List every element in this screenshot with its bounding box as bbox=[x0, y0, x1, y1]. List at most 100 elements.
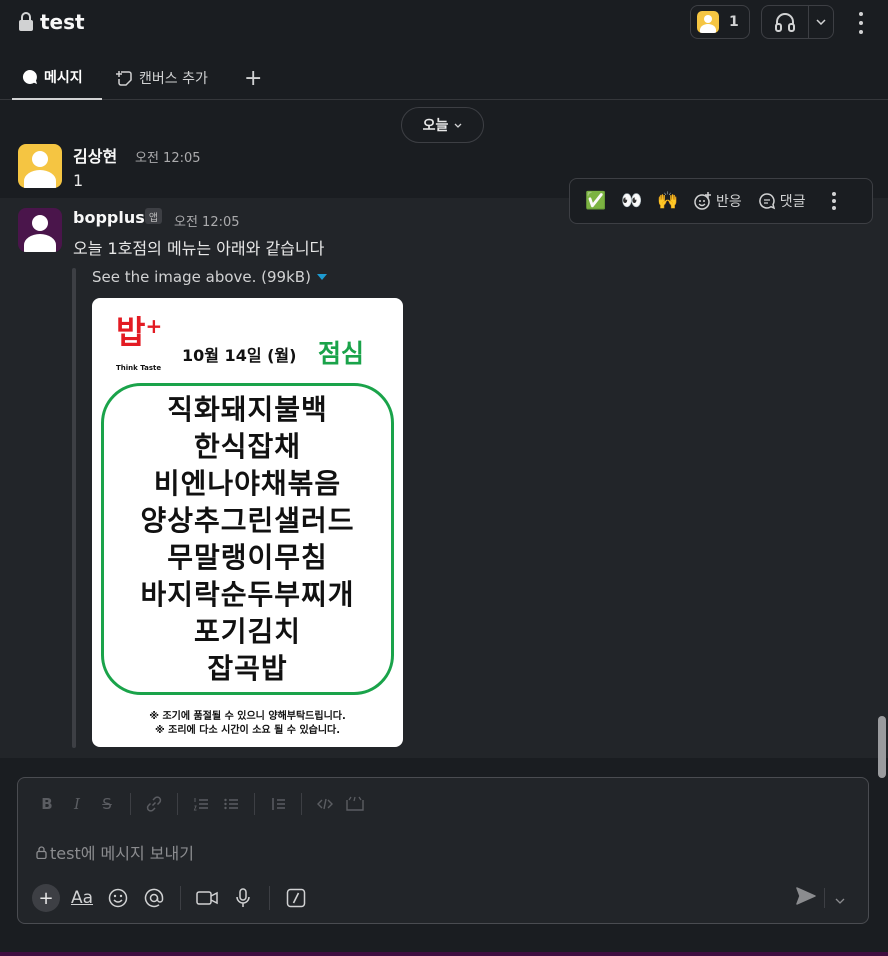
bulleted-list-icon[interactable] bbox=[216, 792, 246, 816]
slash-command-icon[interactable] bbox=[278, 883, 314, 913]
channel-tabs: 메시지 캔버스 추가 + bbox=[0, 56, 888, 100]
app-badge: 앱 bbox=[145, 208, 162, 224]
menu-item: 한식잡채 bbox=[193, 430, 302, 463]
reply-button[interactable]: 댓글 bbox=[750, 184, 814, 218]
date-divider-button[interactable]: 오늘 bbox=[401, 107, 484, 143]
reply-label: 댓글 bbox=[779, 194, 806, 210]
tab-add-canvas[interactable]: 캔버스 추가 bbox=[116, 56, 208, 100]
chevron-down-icon bbox=[454, 123, 462, 128]
emoji-icon[interactable] bbox=[100, 883, 136, 913]
message-text: 오늘 1호점의 메뉴는 아래와 같습니다 bbox=[73, 239, 325, 258]
menu-item: 양상추그린샐러드 bbox=[140, 504, 355, 537]
chevron-down-icon bbox=[816, 19, 826, 25]
message-bubble-icon bbox=[22, 69, 37, 84]
avatar[interactable] bbox=[18, 208, 62, 252]
avatar[interactable] bbox=[18, 144, 62, 188]
mention-icon[interactable] bbox=[136, 883, 172, 913]
sender-name[interactable]: 김상현 bbox=[73, 143, 117, 167]
send-controls bbox=[796, 883, 866, 913]
react-label: 반응 bbox=[716, 194, 742, 210]
formatting-toggle-button[interactable]: Aa bbox=[64, 883, 100, 913]
menu-note: ※ 조기에 품절될 수 있으니 양해부탁드립니다. bbox=[149, 711, 346, 722]
italic-icon[interactable]: I bbox=[62, 792, 92, 816]
formatting-toolbar: B I S bbox=[32, 792, 370, 816]
divider bbox=[824, 888, 825, 908]
lock-icon bbox=[36, 845, 47, 859]
ordered-list-icon[interactable] bbox=[186, 792, 216, 816]
react-eyes-button[interactable]: 👀 bbox=[614, 184, 650, 218]
tab-label: 메시지 bbox=[44, 70, 83, 86]
menu-notes: ※ 조기에 품절될 수 있으니 양해부탁드립니다. ※ 조리에 다소 시간이 소… bbox=[92, 710, 403, 738]
scrollbar-thumb[interactable] bbox=[878, 716, 886, 778]
channel-title[interactable]: test bbox=[18, 10, 85, 34]
divider bbox=[130, 793, 131, 815]
message-timestamp[interactable]: 오전 12:05 bbox=[174, 211, 240, 230]
huddle-button[interactable] bbox=[762, 12, 808, 32]
tab-label: 캔버스 추가 bbox=[139, 71, 208, 87]
menu-date: 10월 14일 (월) bbox=[182, 346, 297, 365]
menu-item: 비엔나야채볶음 bbox=[153, 467, 342, 500]
lock-icon bbox=[18, 12, 34, 32]
caret-down-icon[interactable] bbox=[316, 274, 327, 280]
add-tab-button[interactable]: + bbox=[244, 56, 262, 100]
channel-header: test 1 bbox=[0, 0, 888, 46]
schedule-send-chevron-icon[interactable] bbox=[835, 889, 845, 908]
react-check-button[interactable]: ✅ bbox=[578, 184, 614, 218]
brand-tagline: Think Taste bbox=[116, 364, 162, 372]
channel-name: test bbox=[40, 10, 85, 34]
member-count: 1 bbox=[729, 14, 739, 30]
menu-item: 무말랭이무침 bbox=[167, 541, 328, 574]
add-reaction-button[interactable]: 반응 bbox=[686, 184, 750, 218]
brand-logo: 밥+ bbox=[116, 313, 163, 351]
composer-toolbar: + Aa bbox=[28, 883, 314, 913]
input-placeholder: test에 메시지 보내기 bbox=[50, 844, 194, 863]
divider bbox=[301, 793, 302, 815]
menu-item: 바지락순두부찌개 bbox=[140, 578, 355, 611]
member-avatar bbox=[697, 11, 719, 33]
sender-name[interactable]: bopplus bbox=[73, 208, 145, 227]
member-count-button[interactable]: 1 bbox=[690, 5, 750, 39]
link-icon[interactable] bbox=[139, 792, 169, 816]
code-icon[interactable] bbox=[310, 792, 340, 816]
bold-icon[interactable]: B bbox=[32, 792, 62, 816]
microphone-icon[interactable] bbox=[225, 883, 261, 913]
plus-icon: + bbox=[32, 884, 60, 912]
menu-meal: 점심 bbox=[318, 339, 365, 368]
divider bbox=[177, 793, 178, 815]
video-clip-icon[interactable] bbox=[189, 883, 225, 913]
more-actions-icon[interactable] bbox=[814, 184, 854, 218]
menu-list: 직화돼지불백 한식잡채 비엔나야채볶음 양상추그린샐러드 무말랭이무침 바지락순… bbox=[101, 383, 394, 695]
add-reaction-icon bbox=[694, 192, 711, 210]
message-actions: ✅ 👀 🙌 반응 댓글 bbox=[569, 178, 873, 224]
divider bbox=[254, 793, 255, 815]
menu-note: ※ 조리에 다소 시간이 소요 될 수 있습니다. bbox=[154, 725, 341, 736]
menu-item: 잡곡밥 bbox=[207, 652, 288, 685]
divider bbox=[180, 886, 181, 910]
send-icon[interactable] bbox=[796, 887, 816, 909]
message-timestamp[interactable]: 오전 12:05 bbox=[135, 147, 201, 166]
react-raised-hands-button[interactable]: 🙌 bbox=[650, 184, 686, 218]
message-input[interactable]: test에 메시지 보내기 bbox=[36, 840, 194, 864]
huddle-button-group bbox=[761, 5, 834, 39]
more-vertical-icon[interactable] bbox=[850, 10, 872, 36]
thread-icon bbox=[758, 193, 775, 210]
blockquote-icon[interactable] bbox=[263, 792, 293, 816]
tab-messages[interactable]: 메시지 bbox=[12, 56, 102, 100]
menu-image[interactable]: 밥+ Think Taste 10월 14일 (월) 점심 직화돼지불백 한식잡… bbox=[92, 298, 403, 747]
code-block-icon[interactable] bbox=[340, 792, 370, 816]
attachment-meta[interactable]: See the image above. (99kB) bbox=[92, 268, 327, 286]
plus-icon: + bbox=[244, 65, 263, 91]
window-bottom-accent bbox=[0, 952, 888, 956]
huddle-options-button[interactable] bbox=[809, 19, 833, 25]
menu-item: 직화돼지불백 bbox=[167, 393, 328, 426]
message-text: 1 bbox=[73, 171, 84, 190]
menu-item: 포기김치 bbox=[193, 615, 302, 648]
date-label: 오늘 bbox=[422, 118, 449, 134]
canvas-add-icon bbox=[116, 70, 132, 86]
attach-button[interactable]: + bbox=[28, 883, 64, 913]
headphones-icon bbox=[775, 13, 795, 32]
attachment-meta-text: See the image above. (99kB) bbox=[92, 268, 311, 286]
message-composer: B I S test에 메시지 보내기 + Aa bbox=[17, 777, 869, 924]
divider bbox=[269, 886, 270, 910]
strikethrough-icon[interactable]: S bbox=[92, 792, 122, 816]
